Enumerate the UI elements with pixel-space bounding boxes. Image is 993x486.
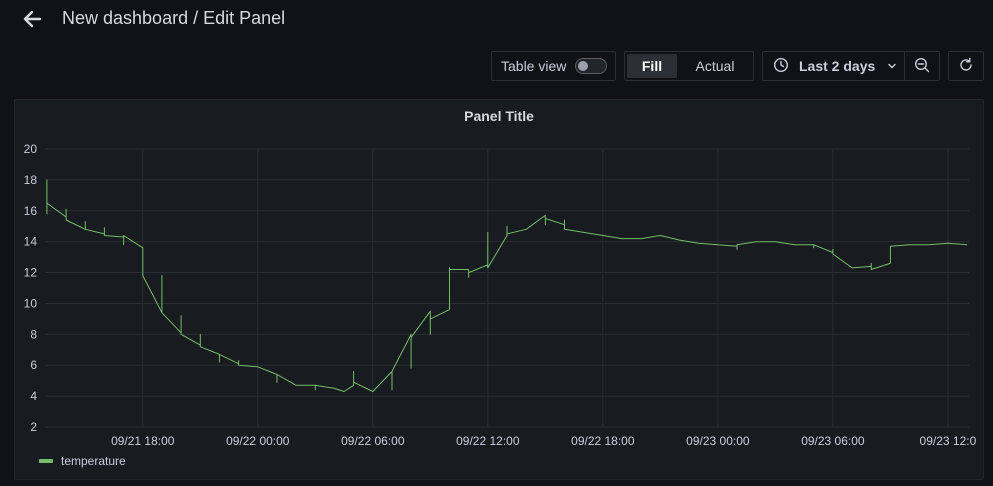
y-tick-label: 20: [24, 142, 38, 156]
y-tick-label: 4: [30, 389, 37, 403]
zoom-out-icon: [914, 57, 930, 76]
refresh-button[interactable]: [948, 51, 984, 81]
chevron-down-icon: [887, 58, 897, 74]
time-range-button[interactable]: Last 2 days: [763, 52, 905, 80]
x-tick-label: 09/23 06:00: [801, 434, 865, 448]
x-tick-label: 09/23 12:0: [920, 434, 977, 448]
x-tick-label: 09/23 00:00: [686, 434, 750, 448]
x-tick-label: 09/22 12:00: [456, 434, 520, 448]
y-tick-label: 16: [24, 204, 38, 218]
time-range-label: Last 2 days: [799, 58, 876, 74]
y-tick-label: 8: [30, 327, 37, 341]
fill-actual-segmented-control: Fill Actual: [624, 51, 754, 81]
time-picker: Last 2 days: [762, 51, 940, 81]
clock-icon: [773, 57, 789, 76]
panel: Panel Title 2 4 6 8 10 12 14 16 18 20 09/21 18:00 0…: [14, 99, 984, 480]
series-line-temperature: [46, 179, 968, 392]
arrow-left-icon[interactable]: [20, 7, 44, 31]
x-tick-label: 09/22 18:00: [571, 434, 635, 448]
x-tick-label: 09/21 18:00: [111, 434, 175, 448]
x-tick-label: 09/22 00:00: [226, 434, 290, 448]
table-view-label: Table view: [501, 58, 567, 74]
legend-item-temperature[interactable]: temperature: [39, 454, 126, 468]
y-tick-label: 10: [24, 296, 38, 310]
table-view-switch[interactable]: [575, 58, 608, 74]
top-bar: New dashboard / Edit Panel: [0, 0, 993, 40]
time-series-chart[interactable]: 2 4 6 8 10 12 14 16 18 20 09/21 18:00 09/22 00:00 09…: [15, 100, 983, 479]
y-tick-label: 12: [24, 266, 38, 280]
x-tick-label: 09/22 06:00: [341, 434, 405, 448]
actual-button[interactable]: Actual: [679, 54, 751, 78]
y-tick-label: 6: [30, 358, 37, 372]
table-view-toggle[interactable]: Table view: [491, 51, 616, 81]
y-tick-label: 2: [30, 420, 37, 434]
y-tick-label: 18: [24, 173, 38, 187]
legend-swatch: [39, 459, 53, 463]
page-title: New dashboard / Edit Panel: [62, 8, 286, 28]
y-tick-label: 14: [24, 235, 38, 249]
legend-label: temperature: [61, 454, 126, 468]
zoom-out-button[interactable]: [905, 52, 939, 80]
fill-button[interactable]: Fill: [627, 54, 677, 78]
refresh-icon: [958, 57, 974, 76]
switch-knob: [578, 61, 589, 71]
